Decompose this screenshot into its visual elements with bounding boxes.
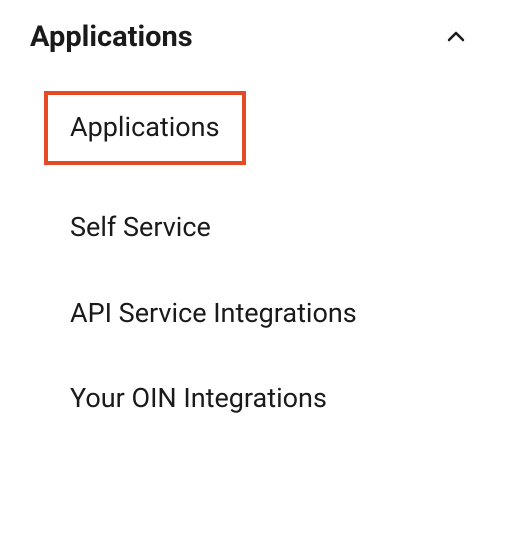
nav-item-self-service[interactable]: Self Service [70, 209, 488, 247]
nav-item-api-service-integrations[interactable]: API Service Integrations [70, 295, 488, 333]
nav-items-list: Applications Self Service API Service In… [30, 109, 488, 418]
nav-section-title: Applications [30, 20, 193, 54]
nav-item-your-oin-integrations[interactable]: Your OIN Integrations [70, 380, 488, 418]
nav-section-header[interactable]: Applications [30, 20, 488, 54]
nav-item-applications[interactable]: Applications [44, 91, 246, 165]
nav-section-applications: Applications Applications Self Service A… [0, 0, 518, 438]
chevron-up-icon [444, 25, 468, 49]
